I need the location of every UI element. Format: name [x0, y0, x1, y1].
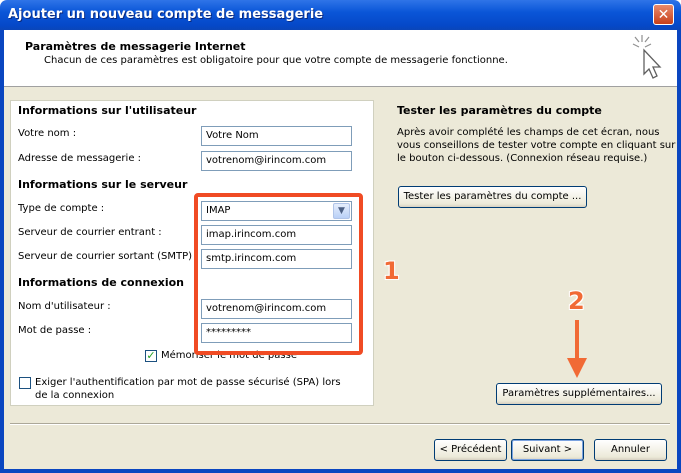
- annotation-number-2: 2: [568, 287, 585, 315]
- test-description-line3: le bouton ci-dessous. (Connexion réseau …: [397, 153, 648, 164]
- annotation-number-1: 1: [383, 257, 400, 285]
- account-type-label: Type de compte :: [18, 203, 105, 214]
- test-account-button[interactable]: Tester les paramètres du compte ...: [398, 186, 587, 208]
- test-description-line1: Après avoir complété les champs de cet é…: [397, 127, 660, 138]
- spa-checkbox[interactable]: [19, 377, 31, 389]
- section-login-info: Informations de connexion: [18, 276, 184, 289]
- header-title: Paramètres de messagerie Internet: [25, 40, 246, 53]
- cursor-sparkle-icon: [632, 35, 662, 79]
- email-label: Adresse de messagerie :: [18, 153, 142, 164]
- next-button[interactable]: Suivant >: [511, 439, 584, 461]
- spa-label-line1: Exiger l'authentification par mot de pas…: [35, 377, 341, 388]
- test-section-title: Tester les paramètres du compte: [397, 104, 602, 117]
- username-label: Nom d'utilisateur :: [18, 301, 111, 312]
- outgoing-server-label: Serveur de courrier sortant (SMTP): [18, 251, 193, 262]
- remember-password-checkbox[interactable]: ✓: [145, 350, 157, 362]
- name-label: Votre nom :: [18, 128, 77, 139]
- annotation-highlight-box: [194, 193, 363, 355]
- spa-label-line2: de la connexion: [35, 390, 115, 401]
- email-input[interactable]: votrenom@irincom.com: [201, 151, 352, 171]
- header-subtitle: Chacun de ces paramètres est obligatoire…: [44, 55, 508, 66]
- section-server-info: Informations sur le serveur: [18, 178, 188, 191]
- incoming-server-label: Serveur de courrier entrant :: [18, 227, 162, 238]
- password-label: Mot de passe :: [18, 325, 92, 336]
- window-border-bottom: [0, 469, 681, 473]
- cancel-button[interactable]: Annuler: [594, 439, 667, 461]
- section-user-info: Informations sur l'utilisateur: [18, 104, 197, 117]
- annotation-arrow-down-icon: [567, 320, 587, 378]
- footer-divider: [10, 423, 670, 425]
- name-input[interactable]: Votre Nom: [201, 126, 352, 146]
- window-border-right: [677, 30, 681, 473]
- back-button[interactable]: < Précédent: [434, 439, 507, 461]
- more-settings-button[interactable]: Paramètres supplémentaires...: [496, 383, 662, 405]
- close-button[interactable]: ✕: [653, 4, 674, 25]
- test-description-line2: vous conseillons de tester votre compte …: [397, 140, 676, 151]
- window-title: Ajouter un nouveau compte de messagerie: [8, 7, 324, 22]
